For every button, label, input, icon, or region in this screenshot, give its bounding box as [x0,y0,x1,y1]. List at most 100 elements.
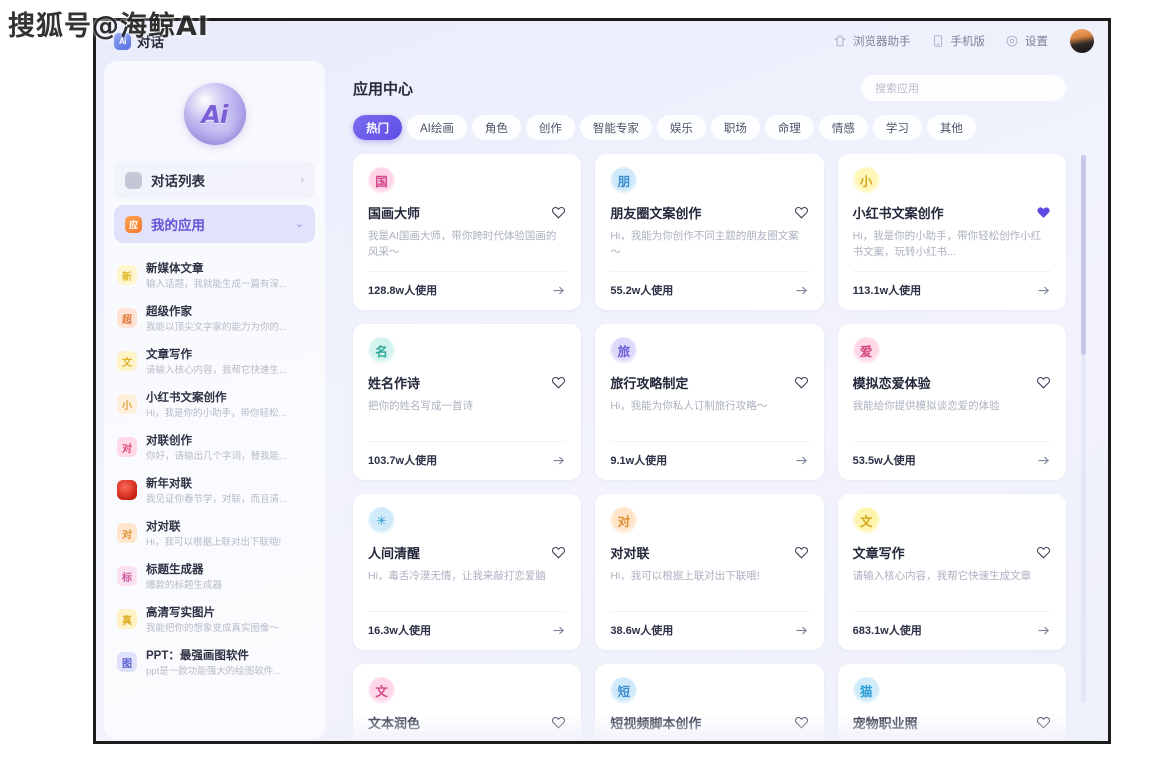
app-card-icon: 小 [852,167,880,194]
chevron-right-icon: › [300,173,304,186]
app-card-title: 小红书文案创作 [852,206,944,221]
sidebar-app-name: 新媒体文章 [146,263,204,275]
browser-assistant-label: 浏览器助手 [853,36,911,48]
app-card-usage-count: 128.8w人使用 [368,285,438,297]
arrow-right-icon[interactable] [794,623,809,638]
arrow-right-icon[interactable] [794,453,809,468]
browser-assistant-button[interactable]: 浏览器助手 [833,33,911,49]
app-card-footer: 16.3w人使用 [368,611,567,638]
tab-其他[interactable]: 其他 [926,115,976,140]
sidebar-app-item[interactable]: 小小红书文案创作 Hi，我是你的小助手，带你轻松... [104,384,325,427]
sidebar-app-icon: 文 [117,351,137,371]
app-card[interactable]: 短短视频脚本创作 [595,664,824,739]
app-card-title: 文本润色 [368,716,421,731]
app-card-icon: 朋 [610,167,638,194]
app-card-usage-count: 53.5w人使用 [852,455,916,467]
arrow-right-icon[interactable] [1036,283,1051,298]
sidebar-app-desc: 爆款的标题生成器 [146,580,223,591]
favorite-heart-icon[interactable] [794,375,809,390]
settings-button[interactable]: 设置 [1005,33,1048,49]
arrow-right-icon[interactable] [551,453,566,468]
sidebar-app-item[interactable]: 新新媒体文章 输入话题，我就能生成一篇有深... [104,255,325,298]
sidebar-app-name: 新年对联 [146,478,192,490]
app-card[interactable]: 猫宠物职业照 [837,664,1066,739]
app-card-icon: 旅 [610,337,638,364]
app-card[interactable]: ✳ 人间清醒 Hi，毒舌冷漠无情，让我来敲打恋爱脑 16.3w人使用 [353,494,582,650]
app-card[interactable]: 朋朋友圈文案创作 Hi，我能为你创作不同主题的朋友圈文案～ 55.2w人使用 [595,154,824,310]
search-input[interactable]: 搜索应用 [861,75,1066,101]
app-cards-scroll-area[interactable]: 国国画大师 我是AI国画大师，带你跨时代体验国画的风采～ 128.8w人使用 朋朋友圈… [333,154,1100,739]
sidebar: Ai 对话列表 › 应 我的应用 ⌄ 新新媒体文章 输入话题，我就能生成一篇有深.… [104,61,325,739]
favorite-heart-icon[interactable] [1036,375,1051,390]
app-card[interactable]: 小小红书文案创作 Hi，我是你的小助手，带你轻松创作小红书文案，玩转小红书... 1… [837,154,1066,310]
tab-命理[interactable]: 命理 [764,115,814,140]
app-card-footer: 113.1w人使用 [852,271,1051,298]
tab-角色[interactable]: 角色 [471,115,521,140]
sidebar-app-item[interactable]: 真高清写实图片 我能把你的想象变成真实图像～ [104,599,325,642]
favorite-heart-icon[interactable] [1036,715,1051,730]
app-card-description: Hi，我可以根据上联对出下联哦! [610,570,760,582]
app-card[interactable]: 爱模拟恋爱体验 我能给你提供模拟谈恋爱的体验 53.5w人使用 [837,324,1066,480]
sidebar-app-name: 超级作家 [146,306,192,318]
sidebar-item-chat-list[interactable]: 对话列表 › [114,161,315,199]
tab-AI绘画[interactable]: AI绘画 [407,115,467,140]
sidebar-app-name: PPT：最强画图软件 [146,650,249,662]
arrow-right-icon[interactable] [1036,623,1051,638]
sidebar-item-my-apps[interactable]: 应 我的应用 ⌄ [114,205,315,243]
favorite-heart-icon[interactable] [551,715,566,730]
vertical-scrollbar-track[interactable] [1081,155,1086,703]
tab-娱乐[interactable]: 娱乐 [656,115,706,140]
vertical-scrollbar-thumb[interactable] [1081,155,1086,355]
app-card-title-row: 姓名作诗 [368,373,566,392]
app-card[interactable]: 对对对联 Hi，我可以根据上联对出下联哦! 38.6w人使用 [595,494,824,650]
tab-创作[interactable]: 创作 [525,115,575,140]
app-card-title-row: 对对联 [610,543,808,562]
favorite-heart-icon[interactable] [794,205,809,220]
app-card-title-row: 人间清醒 [368,543,566,562]
app-card-footer: 9.1w人使用 [610,441,809,468]
favorite-heart-icon[interactable] [551,205,566,220]
tab-职场[interactable]: 职场 [710,115,760,140]
arrow-right-icon[interactable] [551,623,566,638]
app-card-icon: 对 [610,507,638,534]
arrow-right-icon[interactable] [1036,453,1051,468]
app-card-title: 人间清醒 [368,546,421,561]
app-card-title: 国画大师 [368,206,421,221]
app-card[interactable]: 旅旅行攻略制定 Hi，我能为你私人订制旅行攻略～ 9.1w人使用 [595,324,824,480]
arrow-right-icon[interactable] [794,283,809,298]
app-card-description: Hi，我是你的小助手，带你轻松创作小红书文案，玩转小红书... [852,230,1042,258]
sidebar-app-item[interactable]: 文文章写作 请输入核心内容，我帮它快速生... [104,341,325,384]
app-card-usage-count: 683.1w人使用 [852,625,922,637]
app-card[interactable]: 名姓名作诗 把你的姓名写成一首诗 103.7w人使用 [353,324,582,480]
app-card-title-row: 宠物职业照 [853,713,1051,732]
app-card-title-row: 短视频脚本创作 [610,713,808,732]
favorite-heart-icon[interactable] [1036,205,1051,220]
sidebar-app-item[interactable]: 超超级作家 我能以顶尖文字家的能力为你的... [104,298,325,341]
settings-label: 设置 [1025,36,1048,48]
tab-智能专家[interactable]: 智能专家 [579,115,652,140]
favorite-heart-icon[interactable] [794,715,809,730]
sidebar-app-item[interactable]: 对对对联 Hi，我可以根据上联对出下联哦! [104,513,325,556]
app-card-usage-count: 103.7w人使用 [368,455,438,467]
app-card[interactable]: 国国画大师 我是AI国画大师，带你跨时代体验国画的风采～ 128.8w人使用 [353,154,582,310]
tab-热门[interactable]: 热门 [353,115,402,140]
tab-学习[interactable]: 学习 [872,115,922,140]
sidebar-app-item[interactable]: 对对联创作 你好，请输出几个字词，替我能... [104,427,325,470]
sidebar-app-item[interactable]: 图 PPT：最强画图软件 ppt是一款功能强大的绘图软件... [104,642,325,685]
avatar[interactable] [1070,29,1094,53]
app-card[interactable]: 文文章写作 请输入核心内容，我帮它快速生成文章 683.1w人使用 [837,494,1066,650]
favorite-heart-icon[interactable] [551,375,566,390]
app-card-usage-count: 9.1w人使用 [610,455,668,467]
app-card-title-row: 文本润色 [368,713,566,732]
sidebar-item-chat-list-label: 对话列表 [151,174,205,189]
mobile-version-button[interactable]: 手机版 [931,33,985,49]
arrow-right-icon[interactable] [551,283,566,298]
sidebar-app-item[interactable]: 新年对联 我见证你春节学，对联，而且清... [104,470,325,513]
sidebar-app-item[interactable]: 标标题生成器 爆款的标题生成器 [104,556,325,599]
favorite-heart-icon[interactable] [794,545,809,560]
app-card[interactable]: 文文本润色 [353,664,582,739]
tab-情感[interactable]: 情感 [818,115,868,140]
favorite-heart-icon[interactable] [551,545,566,560]
favorite-heart-icon[interactable] [1036,545,1051,560]
app-card-title-row: 旅行攻略制定 [610,373,808,392]
